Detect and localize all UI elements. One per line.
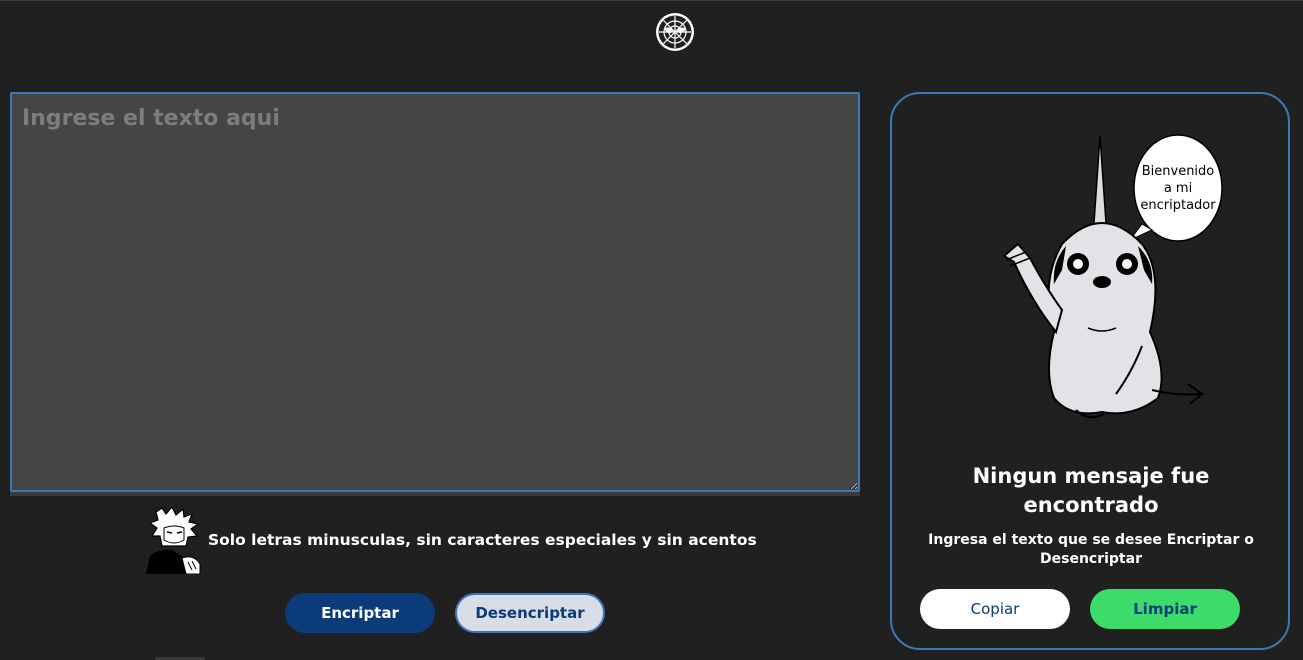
text-input-wrapper <box>10 92 860 496</box>
clear-button[interactable]: Limpiar <box>1090 589 1240 629</box>
mascot-illustration: Bienvenido a mi encriptador <box>1002 134 1223 419</box>
anime-character-icon <box>142 506 206 574</box>
decrypt-button[interactable]: Desencriptar <box>455 593 605 633</box>
text-input[interactable] <box>10 92 860 492</box>
no-message-title: Ningun mensaje fue encontrado <box>972 464 1210 517</box>
bubble-line-1: Bienvenido <box>1142 164 1215 179</box>
output-panel: Bienvenido a mi encriptador Ningun mensa… <box>890 92 1290 650</box>
hint-text: Solo letras minusculas, sin caracteres e… <box>208 531 757 549</box>
no-message-subtitle: Ingresa el texto que se desee Encriptar … <box>928 532 1254 567</box>
copy-button[interactable]: Copiar <box>920 589 1070 629</box>
text-input-shadow <box>10 492 860 496</box>
input-hint: Solo letras minusculas, sin caracteres e… <box>142 506 782 574</box>
bubble-line-3: encriptador <box>1140 198 1216 213</box>
encrypt-button[interactable]: Encriptar <box>285 593 435 633</box>
app-page: Solo letras minusculas, sin caracteres e… <box>0 0 1303 660</box>
spider-mask-icon <box>656 13 694 51</box>
bubble-line-2: a mi <box>1164 181 1192 196</box>
